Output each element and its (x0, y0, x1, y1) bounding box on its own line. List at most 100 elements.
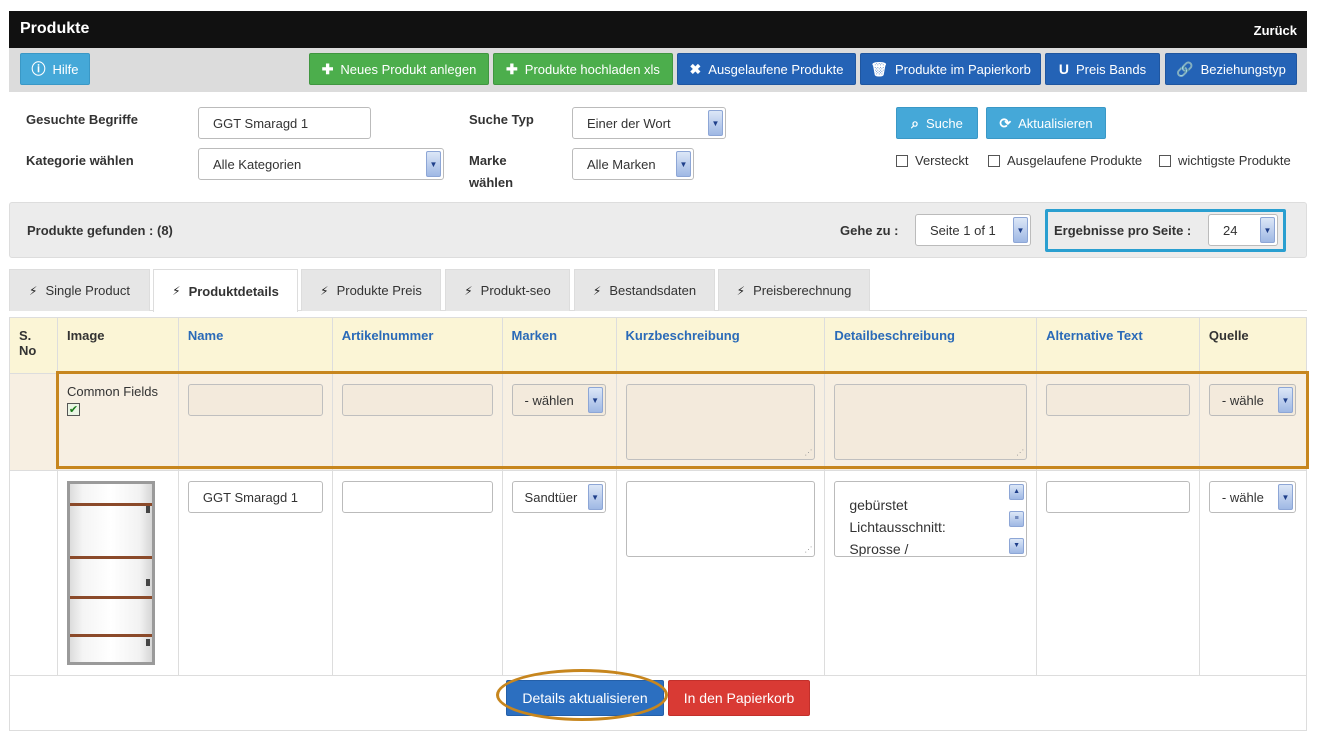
scroll-thumb-icon[interactable]: ≡ (1009, 511, 1025, 527)
category-label: Kategorie wählen (26, 153, 134, 168)
back-link[interactable]: Zurück (1254, 23, 1297, 38)
tab-single-product[interactable]: ⚡ Single Product (9, 269, 150, 311)
common-sno-cell (9, 373, 58, 471)
info-icon: ⓘ (31, 61, 46, 77)
search-type-select[interactable]: Einer der Wort ▼ (572, 107, 726, 139)
help-button[interactable]: ⓘ Hilfe (20, 53, 90, 85)
chevron-down-icon: ▼ (1277, 484, 1293, 510)
bolt-icon: ⚡ (592, 283, 602, 298)
chevron-down-icon: ▼ (426, 151, 441, 177)
col-short-description[interactable]: Kurzbeschreibung (615, 317, 826, 374)
chevron-down-icon: ▼ (1013, 217, 1028, 243)
common-source-select[interactable]: - wähle ▼ (1208, 384, 1296, 416)
product-sno-cell (9, 470, 58, 676)
search-icon: ⌕ (911, 114, 919, 131)
product-alt-text-input[interactable] (1046, 481, 1190, 513)
search-type-label: Suche Typ (469, 112, 534, 127)
page-header: Produkte Zurück (9, 11, 1307, 48)
page-select[interactable]: Seite 1 of 1 ▼ (915, 214, 1031, 246)
new-product-button[interactable]: ✚ Neues Produkt anlegen (309, 53, 489, 85)
per-page-label: Ergebnisse pro Seite : (1054, 223, 1192, 238)
common-fields-row: Common Fields ✔ - wählen ▼ ⋰ ⋰ - wähle ▼ (9, 373, 1308, 471)
textarea-scrollbar[interactable]: ▲ ≡ ▼ (1009, 484, 1025, 554)
scroll-down-icon[interactable]: ▼ (1009, 538, 1025, 554)
expired-products-checkbox[interactable]: Ausgelaufene Produkte (988, 153, 1142, 168)
tab-bestandsdaten[interactable]: ⚡ Bestandsdaten (574, 269, 715, 311)
bolt-icon: ⚡ (172, 284, 181, 298)
link-icon: 🔗 (1176, 60, 1194, 77)
common-detail-desc-textarea[interactable]: ⋰ (834, 384, 1028, 460)
brand-select[interactable]: Alle Marken ▼ (572, 148, 694, 180)
col-image: Image (56, 317, 179, 374)
checkbox-box[interactable] (988, 154, 1000, 167)
tab-preisberechnung[interactable]: ⚡ Preisberechnung (718, 269, 870, 311)
refresh-icon: ⟳ (999, 114, 1012, 131)
page-title: Produkte (20, 20, 90, 37)
bolt-icon: ⚡ (320, 283, 329, 298)
product-brand-select[interactable]: Sandtüer ▼ (511, 481, 606, 513)
price-bands-button[interactable]: U Preis Bands (1045, 53, 1160, 85)
expired-products-button[interactable]: ✖ Ausgelaufene Produkte (677, 53, 856, 85)
col-detail-description[interactable]: Detailbeschreibung (824, 317, 1038, 374)
update-details-button[interactable]: Details aktualisieren (506, 680, 664, 716)
common-fields-checkbox[interactable]: ✔ (66, 403, 80, 416)
per-page-select[interactable]: 24 ▼ (1208, 214, 1278, 246)
relation-type-button[interactable]: 🔗 Beziehungstyp (1165, 53, 1297, 85)
product-grid: S. No Image Name Artikelnummer Marken Kur… (9, 317, 1308, 731)
bolt-icon: ⚡ (29, 283, 38, 298)
magnet-icon: U (1058, 61, 1070, 77)
hidden-checkbox[interactable]: Versteckt (896, 153, 968, 168)
search-button[interactable]: ⌕ Suche (896, 107, 978, 139)
bolt-icon: ⚡ (736, 283, 746, 298)
product-detail-desc-textarea[interactable]: gebürstet Lichtausschnitt: Sprosse / ▲ ≡… (834, 481, 1028, 557)
checkbox-box[interactable] (896, 154, 908, 167)
refresh-button[interactable]: ⟳ Aktualisieren (986, 107, 1106, 139)
product-name-input[interactable]: GGT Smaragd 1 (187, 481, 323, 513)
important-products-checkbox[interactable]: wichtigste Produkte (1159, 153, 1291, 168)
category-select[interactable]: Alle Kategorien ▼ (198, 148, 444, 180)
chevron-down-icon: ▼ (587, 484, 603, 510)
close-icon: ✖ (689, 60, 702, 77)
common-alt-text-input[interactable] (1046, 384, 1190, 416)
tab-bar: ⚡ Single Product ⚡ Produktdetails ⚡ Produkt… (9, 269, 1307, 312)
resize-grip-icon[interactable]: ⋰ (1016, 449, 1024, 457)
col-sno: S. No (9, 317, 58, 374)
products-found-count: Produkte gefunden : (8) (27, 223, 173, 238)
plus-icon: ✚ (506, 60, 518, 77)
tab-produkt-seo[interactable]: ⚡ Produkt-seo (445, 269, 570, 311)
table-header-row: S. No Image Name Artikelnummer Marken Kur… (9, 317, 1308, 374)
chevron-down-icon: ▼ (676, 151, 691, 177)
trash-icon: 🗑 (870, 60, 888, 77)
col-source: Quelle (1198, 317, 1308, 374)
bolt-icon: ⚡ (464, 283, 473, 298)
chevron-down-icon: ▼ (587, 387, 603, 413)
brand-label-line1: Marke (469, 153, 507, 168)
search-terms-label: Gesuchte Begriffe (26, 112, 138, 127)
search-terms-input[interactable]: GGT Smaragd 1 (198, 107, 371, 139)
common-name-input[interactable] (187, 384, 323, 416)
product-short-desc-textarea[interactable]: ⋰ (625, 481, 816, 557)
tab-produkte-preis[interactable]: ⚡ Produkte Preis (301, 269, 441, 311)
common-label-cell: Common Fields ✔ (56, 373, 179, 471)
upload-xls-button[interactable]: ✚ Produkte hochladen xls (493, 53, 673, 85)
product-article-input[interactable] (341, 481, 493, 513)
product-image-cell (56, 470, 179, 676)
chevron-down-icon: ▼ (1277, 387, 1293, 413)
common-article-input[interactable] (341, 384, 493, 416)
trash-products-button[interactable]: 🗑 Produkte im Papierkorb (860, 53, 1041, 85)
col-name[interactable]: Name (177, 317, 333, 374)
product-source-select[interactable]: - wähle ▼ (1208, 481, 1296, 513)
move-to-trash-button[interactable]: In den Papierkorb (668, 680, 810, 716)
goto-label: Gehe zu : (840, 223, 899, 238)
checkbox-box[interactable] (1159, 154, 1171, 167)
tab-produktdetails[interactable]: ⚡ Produktdetails (153, 269, 298, 312)
col-article-number[interactable]: Artikelnummer (331, 317, 503, 374)
col-brands[interactable]: Marken (501, 317, 617, 374)
common-brand-select[interactable]: - wählen ▼ (511, 384, 606, 416)
col-alt-text[interactable]: Alternative Text (1036, 317, 1200, 374)
resize-grip-icon[interactable]: ⋰ (804, 546, 812, 554)
common-short-desc-textarea[interactable]: ⋰ (625, 384, 816, 460)
product-image[interactable] (66, 481, 155, 665)
scroll-up-icon[interactable]: ▲ (1009, 484, 1025, 500)
resize-grip-icon[interactable]: ⋰ (804, 449, 812, 457)
